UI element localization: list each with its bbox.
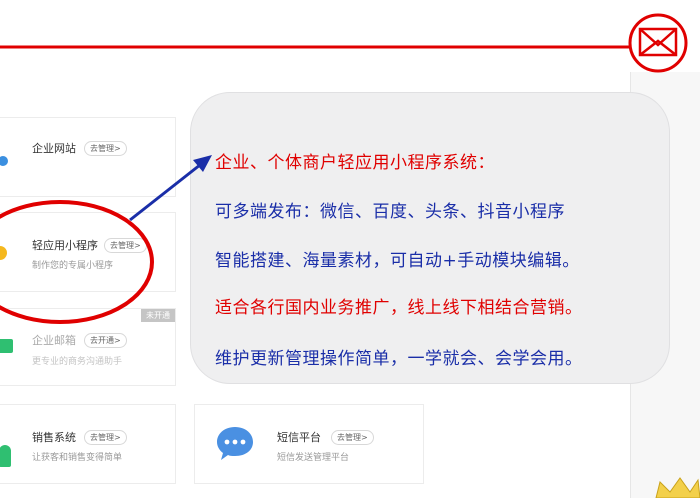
service-title: 企业邮箱 bbox=[32, 334, 76, 347]
manage-button[interactable]: 去管理> bbox=[84, 430, 127, 445]
service-title: 短信平台 bbox=[277, 431, 321, 444]
service-card-sales[interactable]: 销售系统 去管理> 让获客和销售变得简单 bbox=[0, 404, 176, 484]
top-bar bbox=[0, 0, 700, 72]
callout-line-4: 适合各行国内业务推广，线上线下相结合营销。 bbox=[215, 298, 583, 318]
service-card-mini-program[interactable]: 轻应用小程序 去管理> 制作您的专属小程序 bbox=[0, 212, 176, 292]
service-card-website[interactable]: 企业网站 去管理> bbox=[0, 117, 176, 197]
callout-line-3: 智能搭建、海量素材，可自动+手动模块编辑。 bbox=[215, 251, 580, 271]
manage-button[interactable]: 去管理> bbox=[84, 141, 127, 156]
not-activated-badge: 未开通 bbox=[141, 309, 175, 322]
callout-line-1: 企业、个体商户轻应用小程序系统： bbox=[215, 153, 495, 173]
chat-bubble-icon bbox=[217, 427, 253, 460]
manage-button[interactable]: 去管理> bbox=[104, 238, 147, 253]
service-title: 轻应用小程序 bbox=[32, 239, 98, 252]
service-subtitle: 更专业的商务沟通助手 bbox=[32, 357, 123, 367]
service-subtitle: 短信发送管理平台 bbox=[277, 453, 350, 463]
globe-icon bbox=[0, 156, 8, 166]
service-title: 企业网站 bbox=[32, 142, 76, 155]
callout-line-5: 维护更新管理操作简单，一学就会、会学会用。 bbox=[215, 349, 583, 369]
callout-line-2: 可多端发布：微信、百度、头条、抖音小程序 bbox=[215, 202, 565, 222]
service-subtitle: 让获客和销售变得简单 bbox=[32, 453, 123, 463]
service-subtitle: 制作您的专属小程序 bbox=[32, 261, 114, 271]
mail-icon bbox=[0, 339, 13, 353]
service-card-sms[interactable]: 短信平台 去管理> 短信发送管理平台 bbox=[194, 404, 424, 484]
service-title: 销售系统 bbox=[32, 431, 76, 444]
service-card-mail[interactable]: 未开通 企业邮箱 去开通> 更专业的商务沟通助手 bbox=[0, 308, 176, 386]
manage-button[interactable]: 去管理> bbox=[331, 430, 374, 445]
callout-bubble: 企业、个体商户轻应用小程序系统： 可多端发布：微信、百度、头条、抖音小程序 智能… bbox=[190, 92, 670, 384]
activate-button[interactable]: 去开通> bbox=[84, 333, 127, 348]
mini-program-icon bbox=[0, 246, 7, 260]
user-icon bbox=[0, 445, 11, 467]
